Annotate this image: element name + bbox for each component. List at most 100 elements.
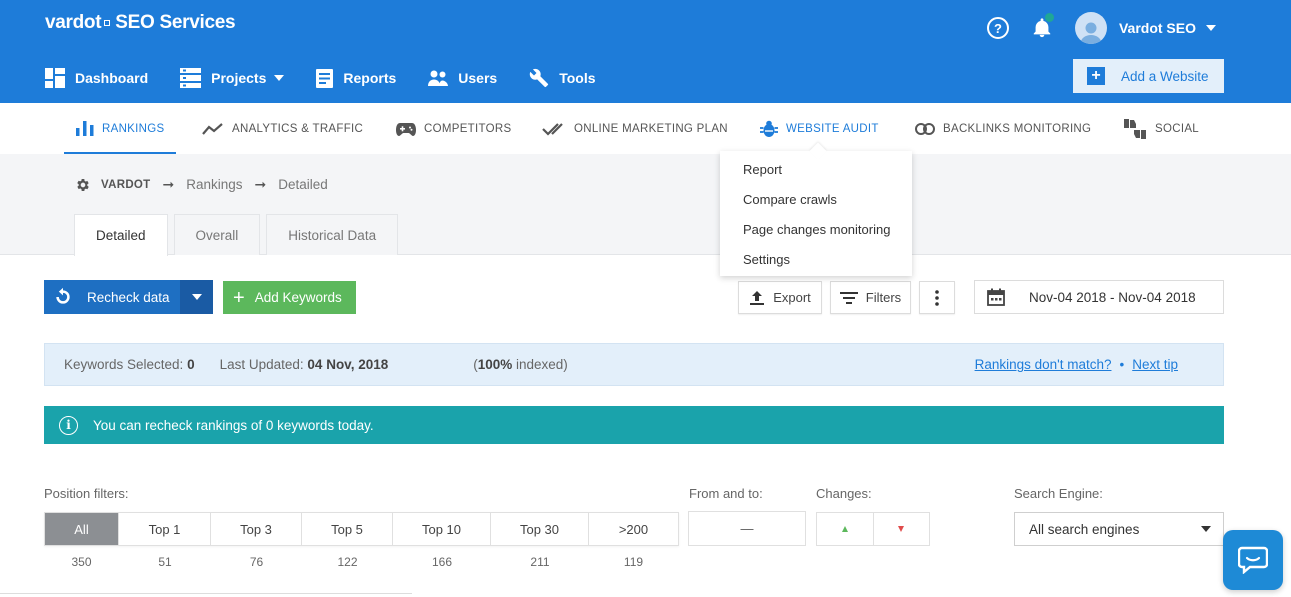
logo-product: SEO Services — [115, 12, 236, 33]
help-icon[interactable]: ? — [986, 17, 1009, 39]
view-tabs: Detailed Overall Historical Data — [74, 214, 404, 256]
nav-users[interactable]: Users — [428, 70, 497, 86]
tab-competitors[interactable]: COMPETITORS — [396, 103, 511, 154]
refresh-icon — [56, 287, 70, 304]
projects-icon — [180, 68, 202, 88]
more-options-button[interactable] — [919, 281, 955, 314]
tab-rankings[interactable]: RANKINGS — [63, 103, 178, 154]
export-button[interactable]: Export — [738, 281, 822, 314]
sub-nav: RANKINGS ANALYTICS & TRAFFIC COMPETITORS… — [0, 103, 1291, 154]
user-menu-chevron-down-icon[interactable] — [1206, 25, 1216, 31]
divider — [0, 593, 412, 594]
nav-projects[interactable]: Projects — [180, 68, 285, 88]
breadcrumb: VARDOT ➞ Rankings ➞ Detailed — [75, 176, 328, 193]
upload-icon — [750, 290, 765, 305]
nav-dashboard[interactable]: Dashboard — [45, 68, 148, 88]
position-filter-top5[interactable]: Top 5 — [302, 513, 393, 545]
wrench-icon — [529, 68, 549, 88]
app-logo[interactable]: vardot SEO Services — [45, 12, 236, 34]
tab-detailed[interactable]: Detailed — [74, 214, 168, 256]
position-filter-all[interactable]: All — [45, 513, 119, 545]
changes-up-button[interactable] — [817, 513, 874, 545]
triangle-down-icon — [898, 526, 905, 532]
search-engine-select[interactable]: All search engines — [1014, 512, 1224, 546]
logo-square-icon — [104, 20, 111, 26]
date-range-value: Nov-04 2018 - Nov-04 2018 — [1029, 289, 1196, 305]
position-filter-over200[interactable]: >200 — [589, 513, 678, 545]
user-name[interactable]: Vardot SEO — [1119, 20, 1196, 36]
thumbs-icon — [1124, 118, 1146, 139]
recheck-dropdown-toggle[interactable] — [180, 280, 213, 314]
recheck-alert: i You can recheck rankings of 0 keywords… — [44, 406, 1224, 444]
info-bar: Keywords Selected: 0 Last Updated: 04 No… — [44, 343, 1224, 386]
chevron-down-icon — [191, 294, 202, 300]
chat-bubble-icon — [1238, 546, 1268, 574]
breadcrumb-section[interactable]: Rankings — [186, 177, 242, 192]
breadcrumb-project[interactable]: VARDOT — [101, 179, 151, 191]
tab-social[interactable]: SOCIAL — [1123, 103, 1199, 154]
from-to-input[interactable]: — — [688, 511, 806, 546]
link-icon — [915, 122, 935, 135]
recheck-data-button[interactable]: Recheck data — [44, 280, 213, 314]
main-nav: Dashboard Projects Reports Users Tools — [45, 68, 628, 88]
arrow-right-icon: ➞ — [162, 176, 175, 192]
add-website-button[interactable]: + Add a Website — [1073, 59, 1224, 93]
triangle-up-icon — [841, 526, 848, 532]
menu-item-settings[interactable]: Settings — [720, 249, 912, 279]
double-check-icon — [542, 122, 563, 136]
notifications-bell-icon[interactable] — [1031, 13, 1054, 39]
users-icon — [428, 70, 449, 86]
nav-tools[interactable]: Tools — [529, 68, 596, 88]
user-avatar[interactable] — [1074, 12, 1107, 44]
menu-item-page-changes-monitoring[interactable]: Page changes monitoring — [720, 219, 912, 249]
position-count: 166 — [431, 555, 453, 569]
position-filter-top1[interactable]: Top 1 — [119, 513, 211, 545]
position-count: 350 — [71, 555, 92, 569]
position-filter-top10[interactable]: Top 10 — [393, 513, 491, 545]
add-keywords-button[interactable]: + Add Keywords — [223, 281, 356, 314]
chat-widget-button[interactable] — [1223, 530, 1283, 590]
tab-backlinks-monitoring[interactable]: BACKLINKS MONITORING — [915, 103, 1091, 154]
changes-label: Changes: — [816, 486, 872, 501]
changes-filter — [816, 512, 930, 546]
keywords-selected-count: 0 — [187, 357, 195, 372]
position-count: 76 — [249, 555, 264, 569]
user-area: ? Vardot SEO — [986, 12, 1216, 44]
search-engine-label: Search Engine: — [1014, 486, 1103, 501]
position-count: 119 — [623, 555, 644, 569]
page-header-area: VARDOT ➞ Rankings ➞ Detailed Detailed Ov… — [0, 154, 1291, 256]
filter-lines-icon — [839, 291, 858, 304]
plus-icon: + — [233, 286, 245, 309]
tab-online-marketing-plan[interactable]: ONLINE MARKETING PLAN — [542, 103, 728, 154]
tab-analytics-traffic[interactable]: ANALYTICS & TRAFFIC — [202, 103, 363, 154]
rankings-dont-match-link[interactable]: Rankings don't match? — [975, 357, 1112, 372]
projects-chevron-down-icon — [274, 75, 285, 81]
from-to-label: From and to: — [689, 486, 763, 501]
menu-item-compare-crawls[interactable]: Compare crawls — [720, 189, 912, 219]
position-filter-top3[interactable]: Top 3 — [211, 513, 302, 545]
breadcrumb-page: Detailed — [278, 177, 328, 192]
bar-chart-icon — [76, 121, 94, 136]
next-tip-link[interactable]: Next tip — [1132, 357, 1178, 372]
menu-item-report[interactable]: Report — [720, 159, 912, 189]
position-filters: All Top 1 Top 3 Top 5 Top 10 Top 30 >200 — [44, 512, 679, 546]
nav-reports[interactable]: Reports — [316, 68, 396, 88]
changes-down-button[interactable] — [874, 513, 930, 545]
info-icon: i — [59, 415, 78, 435]
position-count: 211 — [530, 555, 550, 569]
calendar-icon — [987, 288, 1005, 306]
reports-icon — [316, 68, 334, 88]
logo-brand: vardot — [45, 12, 102, 33]
chevron-down-icon — [1201, 526, 1211, 532]
trend-line-icon — [202, 122, 223, 135]
gamepad-icon — [396, 122, 416, 136]
tab-overall[interactable]: Overall — [173, 214, 261, 255]
date-range-picker[interactable]: Nov-04 2018 - Nov-04 2018 — [974, 280, 1224, 314]
position-filters-label: Position filters: — [44, 486, 129, 501]
tab-historical-data[interactable]: Historical Data — [266, 214, 399, 255]
position-filter-top30[interactable]: Top 30 — [491, 513, 589, 545]
filters-button[interactable]: Filters — [830, 281, 911, 314]
arrow-right-icon: ➞ — [254, 176, 267, 192]
top-header: vardot SEO Services ? Vardot SEO Dashboa… — [0, 0, 1291, 103]
indexed-status: (100% indexed) — [473, 357, 568, 372]
